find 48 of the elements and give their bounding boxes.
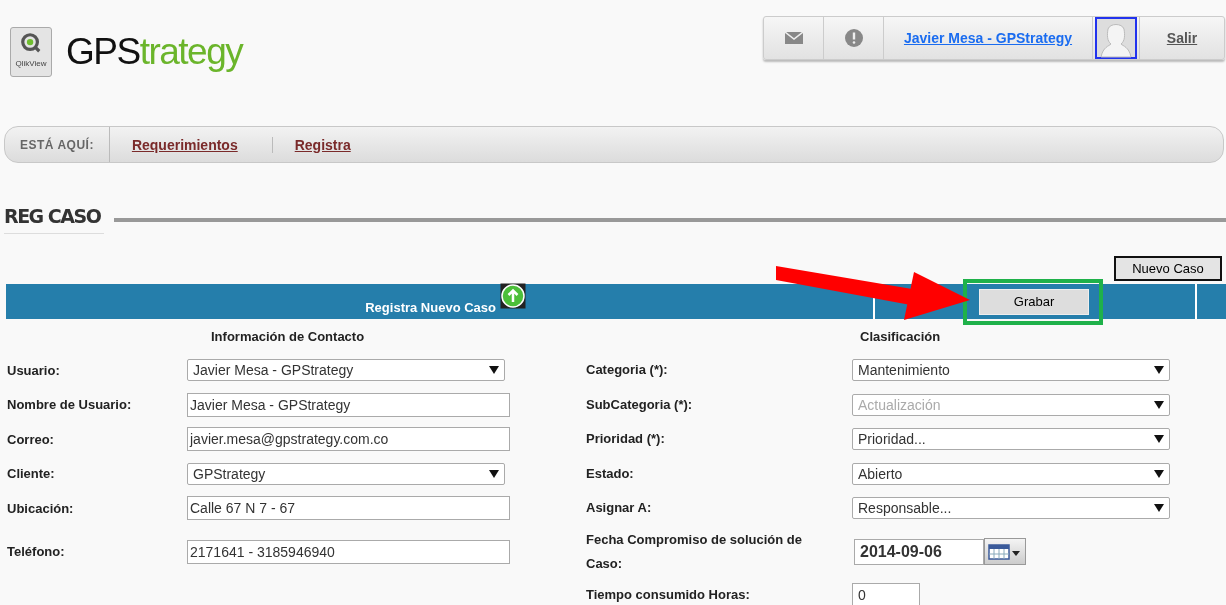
input-field[interactable]: 0 — [852, 582, 920, 605]
user-link[interactable]: Javier Mesa - GPStrategy — [884, 17, 1093, 59]
field-label: Fecha Compromiso de solución de Caso: — [585, 530, 803, 573]
badge-text: QlikView — [15, 59, 47, 68]
field-label: Categoria (*): — [585, 361, 669, 380]
caret-icon[interactable] — [1154, 435, 1164, 444]
dropdown-field[interactable]: Abierto — [852, 462, 1170, 485]
input-field[interactable]: Javier Mesa - GPStrategy — [187, 392, 510, 417]
field-label: Teléfono: — [6, 544, 66, 559]
field-label: Tiempo consumido Horas: — [585, 585, 751, 604]
upload-arrow-icon[interactable] — [500, 283, 526, 309]
avatar-icon[interactable] — [1095, 17, 1137, 59]
caret-icon[interactable] — [1154, 366, 1164, 375]
section-heading: Información de Contacto — [210, 327, 366, 346]
brand-logo: GPStrategy — [66, 31, 243, 73]
field-label: Correo: — [6, 431, 55, 447]
input-field[interactable]: 2171641 - 3185946940 — [187, 539, 510, 564]
new-case-button[interactable]: Nuevo Caso — [1114, 256, 1222, 281]
field-label: Usuario: — [6, 362, 61, 378]
caret-icon[interactable] — [489, 469, 499, 478]
breadcrumb-link[interactable]: Registra — [272, 136, 373, 153]
dropdown-field[interactable]: GPStrategy — [187, 462, 505, 485]
section-heading: Clasificación — [859, 327, 942, 346]
caret-icon[interactable] — [1154, 504, 1164, 513]
form-title: Registra Nuevo Caso — [365, 300, 496, 315]
page-title: REG CASO — [4, 205, 105, 234]
field-label: Ubicación: — [6, 500, 75, 516]
magnifier-logo-icon — [20, 32, 42, 54]
field-label: Nombre de Usuario: — [6, 397, 133, 413]
calendar-icon[interactable] — [984, 538, 1026, 565]
dropdown-field[interactable]: Javier Mesa - GPStrategy — [187, 359, 505, 382]
breadcrumb-link[interactable]: Requerimientos — [109, 136, 273, 153]
field-label: Cliente: — [6, 466, 56, 482]
input-field[interactable]: javier.mesa@gpstrategy.com.co — [187, 427, 510, 452]
dropdown-field[interactable]: Mantenimiento — [852, 359, 1170, 382]
save-button[interactable]: Grabar — [979, 288, 1089, 315]
dropdown-field[interactable]: Responsable... — [852, 497, 1170, 520]
breadcrumb-label: ESTÁ AQUÍ: — [5, 127, 110, 162]
caret-icon[interactable] — [489, 366, 499, 375]
field-label: Asignar A: — [585, 499, 653, 518]
caret-icon[interactable] — [1154, 469, 1164, 478]
input-field[interactable]: Calle 67 N 7 - 67 — [187, 496, 510, 521]
date-field[interactable]: 2014-09-06 — [854, 538, 984, 565]
field-label: Prioridad (*): — [585, 430, 666, 449]
field-label: Estado: — [585, 464, 635, 483]
field-label: SubCategoria (*): — [585, 395, 694, 414]
logout-link[interactable]: Salir — [1140, 17, 1224, 59]
dropdown-field[interactable]: Prioridad... — [852, 428, 1170, 451]
